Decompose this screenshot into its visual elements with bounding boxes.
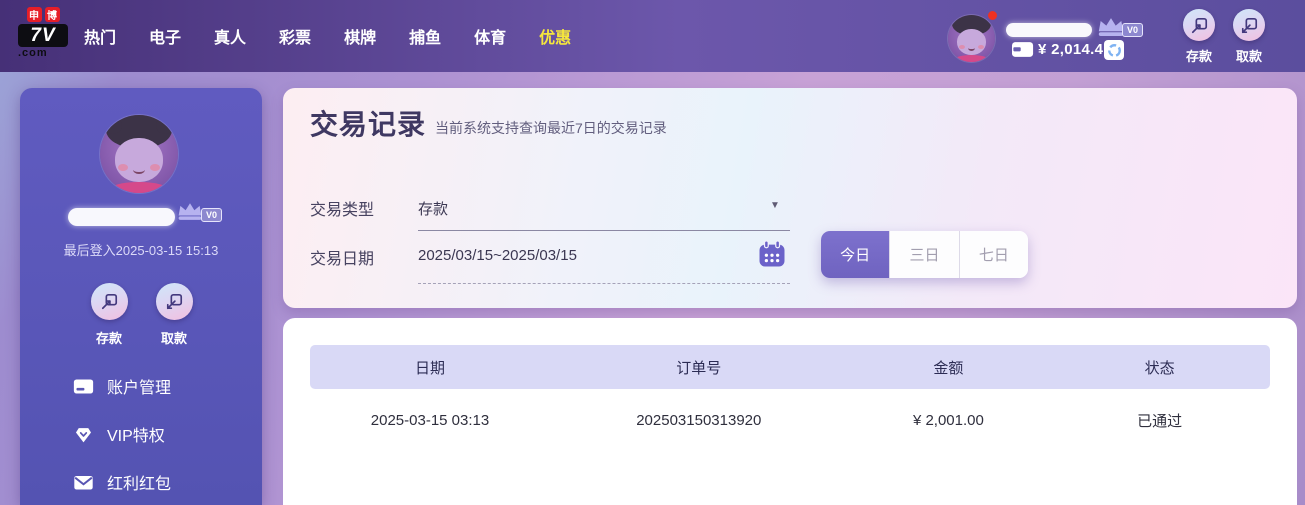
card-icon bbox=[73, 379, 94, 393]
sidebar-avatar[interactable] bbox=[100, 115, 178, 193]
sidebar-withdraw-button[interactable] bbox=[156, 283, 193, 320]
nav-item-5[interactable]: 棋牌 bbox=[344, 24, 376, 48]
page: 申 博 7V .com 热门 电子 真人 彩票 棋牌 捕鱼 体育 优惠 V0 ¥ 2,0 bbox=[0, 0, 1305, 505]
deposit-arrow-icon bbox=[1191, 17, 1207, 33]
title-row: 交易记录 当前系统支持查询最近7日的交易记录 bbox=[310, 103, 667, 143]
table-header-1: 日期 bbox=[414, 359, 445, 377]
logo-badge-1: 申 bbox=[26, 7, 42, 22]
logo-badge-2: 博 bbox=[44, 7, 60, 22]
calendar-icon bbox=[759, 240, 785, 267]
chevron-down-icon[interactable]: ▼ bbox=[770, 200, 780, 211]
page-title: 交易记录 bbox=[310, 109, 427, 140]
transaction-filter-panel: 交易记录 当前系统支持查询最近7日的交易记录 交易类型 存款 ▼ 交易日期 20… bbox=[283, 88, 1297, 308]
nav-item-1[interactable]: 热门 bbox=[84, 24, 116, 48]
sidebar-item-label: 红利红包 bbox=[107, 476, 172, 493]
last-login-text: 最后登入2025-03-15 15:13 bbox=[63, 243, 219, 258]
transaction-date-label: 交易日期 bbox=[310, 251, 375, 268]
table-body: 2025-03-15 03:13 202503150313920 ¥ 2,001.0… bbox=[310, 389, 1270, 451]
nav-item-8[interactable]: 优惠 bbox=[539, 24, 571, 48]
transaction-type-label: 交易类型 bbox=[310, 202, 375, 219]
nav-item-3[interactable]: 真人 bbox=[214, 24, 246, 48]
date-range-quick-buttons: 今日 三日 七日 bbox=[821, 231, 1028, 278]
logo-suffix: .com bbox=[18, 47, 48, 59]
sidebar-crown-icon bbox=[178, 203, 202, 220]
gem-icon bbox=[75, 427, 92, 442]
username-redacted bbox=[1006, 23, 1092, 37]
deposit-arrow-icon bbox=[101, 293, 118, 310]
refresh-icon bbox=[1107, 43, 1121, 57]
logo-badges: 申 博 bbox=[18, 7, 68, 22]
range-button-3[interactable]: 七日 bbox=[959, 231, 1028, 278]
main-nav: 热门 电子 真人 彩票 棋牌 捕鱼 体育 优惠 bbox=[84, 0, 571, 72]
balance-amount: ¥ 2,014.41 bbox=[1038, 41, 1112, 58]
topbar-withdraw-button[interactable] bbox=[1233, 9, 1265, 41]
wallet-icon bbox=[1012, 42, 1034, 57]
page-subtitle: 当前系统支持查询最近7日的交易记录 bbox=[435, 120, 667, 136]
sidebar-item-2[interactable]: VIP特权 bbox=[73, 422, 165, 446]
nav-item-7[interactable]: 体育 bbox=[474, 24, 506, 48]
logo-text: 7V bbox=[18, 24, 68, 47]
table-header-3: 金额 bbox=[933, 359, 964, 377]
withdraw-arrow-icon bbox=[166, 293, 183, 310]
sidebar-withdraw-label[interactable]: 取款 bbox=[152, 328, 196, 347]
type-select-underline bbox=[418, 230, 790, 231]
topbar-deposit-label[interactable]: 存款 bbox=[1177, 46, 1221, 65]
table-header-row: 日期 订单号 金额 状态 bbox=[310, 345, 1270, 389]
sidebar-vip-level-badge: V0 bbox=[201, 208, 223, 222]
nav-item-2[interactable]: 电子 bbox=[149, 24, 181, 48]
refresh-balance-button[interactable] bbox=[1104, 40, 1124, 60]
sidebar-item-1[interactable]: 账户管理 bbox=[73, 374, 171, 398]
range-button-2[interactable]: 三日 bbox=[890, 231, 960, 278]
range-button-1[interactable]: 今日 bbox=[821, 231, 891, 278]
table-row: 2025-03-15 03:13 202503150313920 ¥ 2,001.0… bbox=[310, 389, 1270, 451]
sidebar-item-3[interactable]: 红利红包 bbox=[73, 470, 171, 494]
table-header-4: 状态 bbox=[1144, 359, 1175, 377]
sidebar: V0 最后登入2025-03-15 15:13 存款 取款 账户管理 VIP特权红… bbox=[20, 88, 262, 505]
transaction-type-select[interactable]: 存款 bbox=[418, 198, 448, 219]
vip-level-badge: V0 bbox=[1122, 23, 1144, 37]
withdraw-arrow-icon bbox=[1241, 17, 1257, 33]
site-logo[interactable]: 申 博 7V .com bbox=[18, 7, 68, 59]
table-cell: ¥ 2,001.00 bbox=[912, 411, 984, 429]
sidebar-deposit-button[interactable] bbox=[91, 283, 128, 320]
table-cell: 已通过 bbox=[1137, 412, 1183, 430]
sidebar-item-label: VIP特权 bbox=[107, 428, 165, 445]
topbar-deposit-button[interactable] bbox=[1183, 9, 1215, 41]
date-input-underline bbox=[418, 283, 790, 284]
topbar-withdraw-label[interactable]: 取款 bbox=[1227, 46, 1271, 65]
sidebar-item-label: 账户管理 bbox=[107, 380, 172, 397]
transaction-table-panel: 日期 订单号 金额 状态 2025-03-15 03:13 20250315031392… bbox=[283, 318, 1297, 505]
table-cell: 2025-03-15 03:13 bbox=[370, 411, 490, 429]
top-navigation-bar: 申 博 7V .com 热门 电子 真人 彩票 棋牌 捕鱼 体育 优惠 V0 ¥ 2,0 bbox=[0, 0, 1305, 72]
nav-item-6[interactable]: 捕鱼 bbox=[409, 24, 441, 48]
table-header-2: 订单号 bbox=[676, 359, 722, 377]
date-range-input[interactable]: 2025/03/15~2025/03/15 bbox=[418, 247, 577, 264]
envelope-icon bbox=[74, 475, 93, 489]
user-avatar[interactable] bbox=[948, 15, 995, 62]
sidebar-username-redacted bbox=[68, 208, 175, 226]
sidebar-deposit-label[interactable]: 存款 bbox=[87, 328, 131, 347]
notification-dot bbox=[988, 11, 997, 20]
nav-item-4[interactable]: 彩票 bbox=[279, 24, 311, 48]
calendar-button[interactable] bbox=[757, 239, 787, 269]
table-cell: 202503150313920 bbox=[636, 411, 762, 429]
